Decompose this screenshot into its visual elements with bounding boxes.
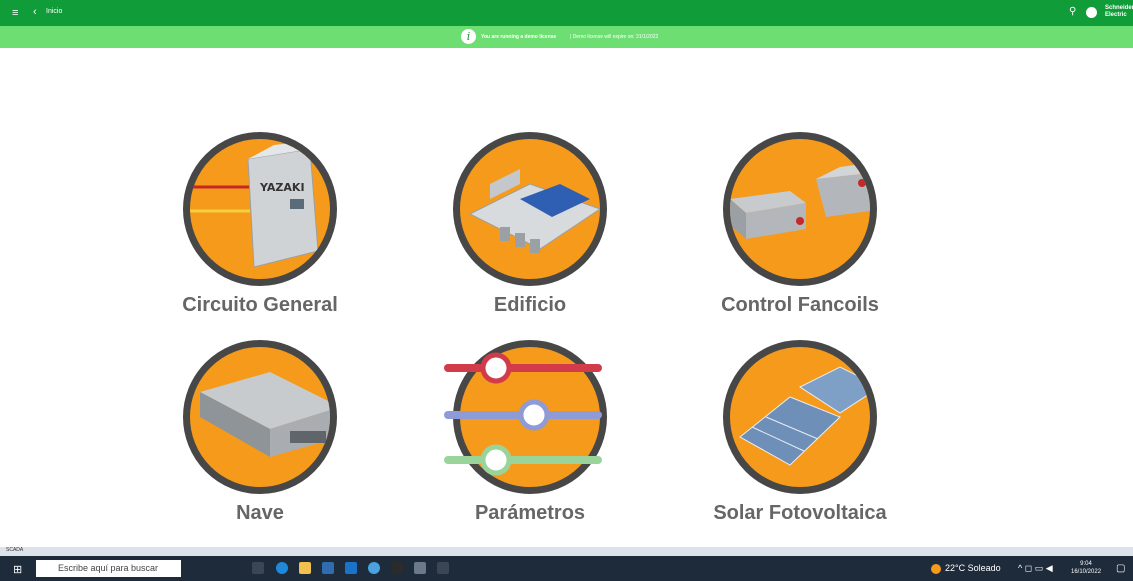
user-avatar[interactable] (1086, 7, 1097, 18)
hamburger-menu-icon[interactable]: ≡ (12, 7, 22, 19)
demo-license-expiry: | Demo license will expire on: 31/1/2022 (570, 34, 659, 40)
brand-logo: Schneider Electric (1105, 5, 1133, 18)
demo-license-banner: i You are running a demo license | Demo … (0, 26, 1133, 48)
windows-taskbar: ⊞ Escribe aquí para buscar 22°C Soleado … (0, 556, 1133, 581)
sun-icon (931, 563, 941, 574)
store-icon[interactable] (322, 562, 334, 574)
app-icon[interactable] (414, 562, 426, 574)
clock-date: 16/10/2022 (1071, 569, 1102, 575)
tile-control-fancoils[interactable]: Control Fancoils (710, 132, 890, 317)
file-explorer-icon[interactable] (299, 562, 311, 574)
fancoil-icon (723, 132, 877, 286)
demo-license-message: You are running a demo license (481, 34, 557, 40)
taskbar-search-input[interactable]: Escribe aquí para buscar (36, 560, 181, 577)
solar-panel-icon (723, 340, 877, 494)
tile-edificio[interactable]: Edificio (440, 132, 620, 317)
tile-nave[interactable]: Nave (170, 340, 350, 525)
tile-solar-fotovoltaica[interactable]: Solar Fotovoltaica (710, 340, 890, 525)
svg-text:YAZAKI: YAZAKI (259, 181, 305, 194)
tile-label: Edificio (493, 294, 567, 316)
circuito-general-icon: YAZAKI (183, 132, 337, 286)
tile-circuito-general[interactable]: YAZAKI Circuito General (170, 132, 350, 317)
page-title: Inicio (46, 8, 63, 15)
tile-parametros[interactable]: Parámetros (440, 340, 620, 525)
tile-label: Circuito General (182, 294, 338, 316)
tile-label: Control Fancoils (721, 294, 879, 316)
edificio-icon (453, 132, 607, 286)
terminal-icon[interactable] (391, 562, 403, 574)
sliders-icon (444, 340, 607, 494)
nave-warehouse-icon (183, 340, 337, 494)
tile-label: Nave (236, 502, 284, 524)
notification-icon[interactable]: ▢ (1116, 563, 1125, 574)
chrome-icon[interactable] (368, 562, 380, 574)
weather-widget[interactable]: 22°C Soleado (931, 563, 1001, 574)
windows-start-icon[interactable]: ⊞ (13, 563, 22, 576)
system-tray-icons[interactable]: ^ ◻ ▭ ◀ (1018, 563, 1053, 574)
taskbar-search-placeholder: Escribe aquí para buscar (58, 563, 159, 573)
search-icon[interactable]: ⚲ (1069, 6, 1076, 17)
tile-label: Parámetros (474, 502, 586, 524)
mail-icon[interactable] (345, 562, 357, 574)
scada-app-strip: SCADA (0, 547, 1133, 556)
taskbar-clock[interactable]: 9:04 16/10/2022 (1071, 560, 1101, 576)
info-icon: i (461, 29, 476, 44)
back-chevron-icon[interactable]: ‹ (33, 6, 37, 18)
weather-text: 22°C Soleado (945, 563, 1001, 573)
scada-label: SCADA (6, 547, 24, 553)
clock-time: 9:04 (1080, 561, 1092, 567)
task-view-icon[interactable] (252, 562, 264, 574)
edge-browser-icon[interactable] (276, 562, 288, 574)
tool-icon[interactable] (437, 562, 449, 574)
top-app-bar: ≡ ‹ Inicio ⚲ Schneider Electric (0, 0, 1133, 26)
tile-label: Solar Fotovoltaica (713, 502, 887, 524)
